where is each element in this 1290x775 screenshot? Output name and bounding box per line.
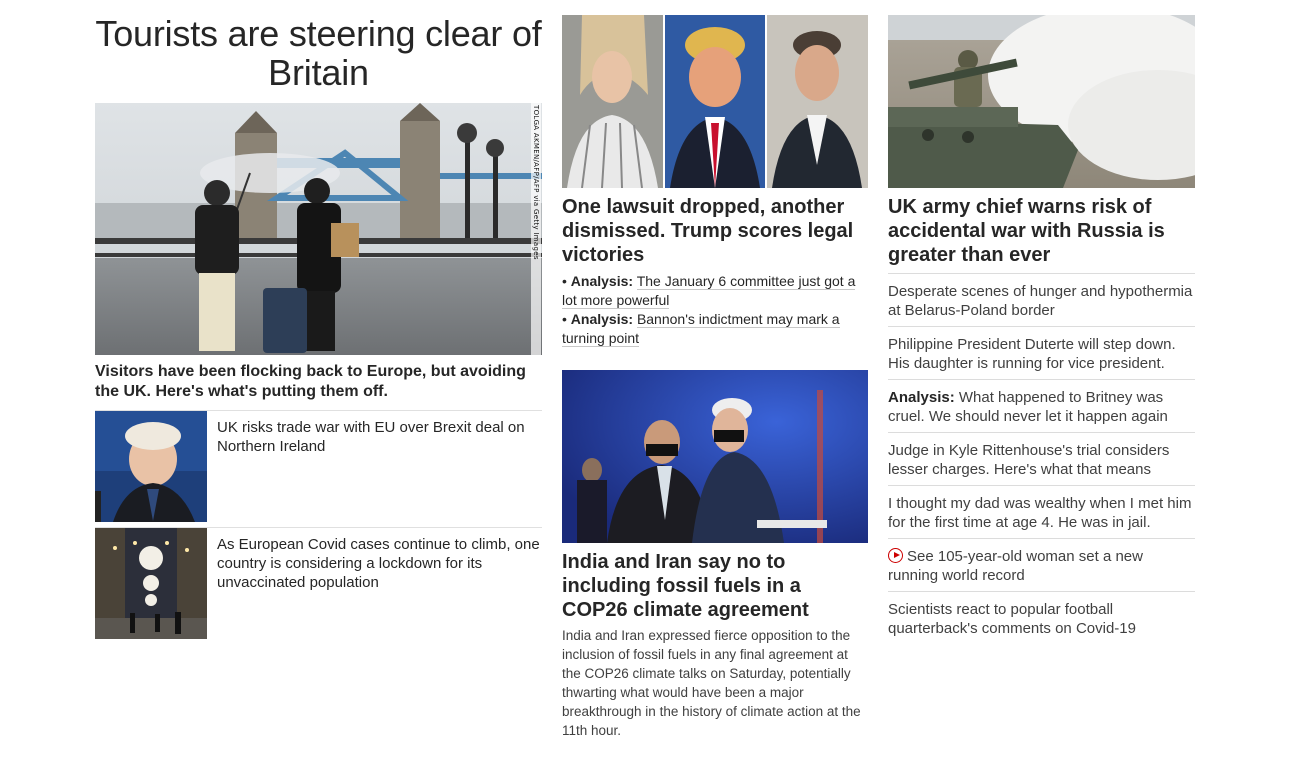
story-european-covid[interactable]: As European Covid cases continue to clim… xyxy=(95,528,542,644)
analysis-label: Analysis: xyxy=(570,273,634,289)
cop26-description: India and Iran expressed fierce oppositi… xyxy=(562,628,861,738)
tower-bridge-illustration xyxy=(95,103,542,355)
christmas-street-thumbnail xyxy=(95,528,207,639)
headline-text: Desperate scenes of hunger and hypotherm… xyxy=(888,283,1193,319)
headline-105-year-old-video[interactable]: See 105-year-old woman set a new running… xyxy=(888,538,1195,591)
trump-lawsuit-photo[interactable] xyxy=(562,15,868,188)
headline-text: Scientists react to popular football qua… xyxy=(888,601,1136,637)
story-text: UK risks trade war with EU over Brexit d… xyxy=(217,419,525,455)
story-text: As European Covid cases continue to clim… xyxy=(217,536,540,591)
headline-britney-analysis[interactable]: Analysis: What happened to Britney was c… xyxy=(888,379,1195,432)
army-chief-headline[interactable]: UK army chief warns risk of accidental w… xyxy=(888,195,1195,267)
right-story-column: UK army chief warns risk of accidental w… xyxy=(888,0,1195,644)
story-uk-trade-war[interactable]: UK risks trade war with EU over Brexit d… xyxy=(95,411,542,527)
headline-text: Philippine President Duterte will step d… xyxy=(888,336,1176,372)
cop26-illustration xyxy=(562,370,868,543)
analysis-item: • Analysis: Bannon's indictment may mark… xyxy=(562,310,868,348)
boris-johnson-thumbnail xyxy=(95,411,207,522)
tank-illustration xyxy=(888,15,1195,188)
headline-dad-jail[interactable]: I thought my dad was wealthy when I met … xyxy=(888,485,1195,538)
middle-story-column: One lawsuit dropped, another dismissed. … xyxy=(562,0,868,740)
bullet: • xyxy=(562,311,571,327)
cop26-photo[interactable] xyxy=(562,370,868,543)
lead-headline[interactable]: Tourists are steering clear of Britain xyxy=(95,14,542,92)
trump-legal-headline[interactable]: One lawsuit dropped, another dismissed. … xyxy=(562,195,868,267)
cop26-headline[interactable]: India and Iran say no to including fossi… xyxy=(562,550,868,622)
headline-duterte[interactable]: Philippine President Duterte will step d… xyxy=(888,326,1195,379)
headline-belarus-border[interactable]: Desperate scenes of hunger and hypotherm… xyxy=(888,273,1195,326)
lead-story-column: Tourists are steering clear of Britain T… xyxy=(95,0,542,644)
headline-text: I thought my dad was wealthy when I met … xyxy=(888,495,1192,531)
tower-bridge-photo[interactable]: TOLGA AKMEN/AFP/AFP via Getty Images xyxy=(95,103,542,355)
headline-text: Judge in Kyle Rittenhouse's trial consid… xyxy=(888,442,1170,478)
army-tank-photo[interactable] xyxy=(888,15,1195,188)
lead-caption[interactable]: Visitors have been flocking back to Euro… xyxy=(95,362,542,402)
headline-list: Desperate scenes of hunger and hypotherm… xyxy=(888,273,1195,644)
bullet: • xyxy=(562,273,571,289)
analysis-label: Analysis: xyxy=(570,311,634,327)
headline-quarterback-covid[interactable]: Scientists react to popular football qua… xyxy=(888,591,1195,644)
analysis-label: Analysis: xyxy=(888,389,955,406)
three-portraits-illustration xyxy=(562,15,868,188)
headline-text: See 105-year-old woman set a new running… xyxy=(888,548,1143,584)
photo-credit: TOLGA AKMEN/AFP/AFP via Getty Images xyxy=(531,103,541,355)
analysis-item: • Analysis: The January 6 committee just… xyxy=(562,272,868,310)
headline-rittenhouse[interactable]: Judge in Kyle Rittenhouse's trial consid… xyxy=(888,432,1195,485)
play-circle-icon xyxy=(888,548,903,563)
